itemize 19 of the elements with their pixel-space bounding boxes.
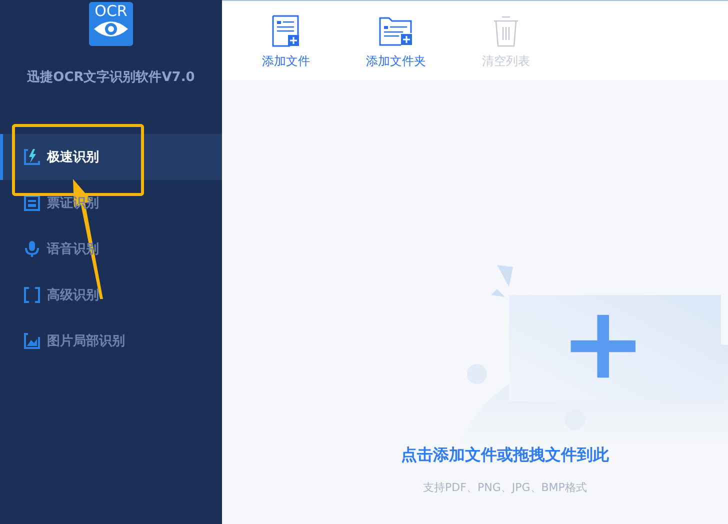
image-icon <box>23 332 41 350</box>
eye-icon <box>93 20 129 38</box>
sidebar-item[interactable]: 高级识别 <box>0 272 222 318</box>
microphone-icon <box>23 240 41 258</box>
toolbar-button[interactable]: 添加文件夹 <box>346 1 446 80</box>
sidebar-item[interactable]: 图片局部识别 <box>0 318 222 364</box>
drop-area[interactable]: 点击添加文件或拖拽文件到此 支持PDF、PNG、JPG、BMP格式 <box>222 80 728 524</box>
sidebar-item[interactable]: 极速识别 <box>0 134 222 180</box>
trash-icon <box>493 15 519 47</box>
app-title: 迅捷OCR文字识别软件V7.0 <box>27 68 195 86</box>
add-folder-icon <box>379 17 413 47</box>
scan-frame-icon <box>23 286 41 304</box>
logo-text: OCR <box>94 2 128 20</box>
card-icon <box>23 194 41 212</box>
toolbar-button[interactable]: 添加文件 <box>236 1 336 80</box>
lightning-icon <box>23 148 41 166</box>
add-file-icon <box>272 15 300 47</box>
format-hint: 支持PDF、PNG、JPG、BMP格式 <box>422 480 587 495</box>
drop-heading: 点击添加文件或拖拽文件到此 <box>400 445 609 466</box>
